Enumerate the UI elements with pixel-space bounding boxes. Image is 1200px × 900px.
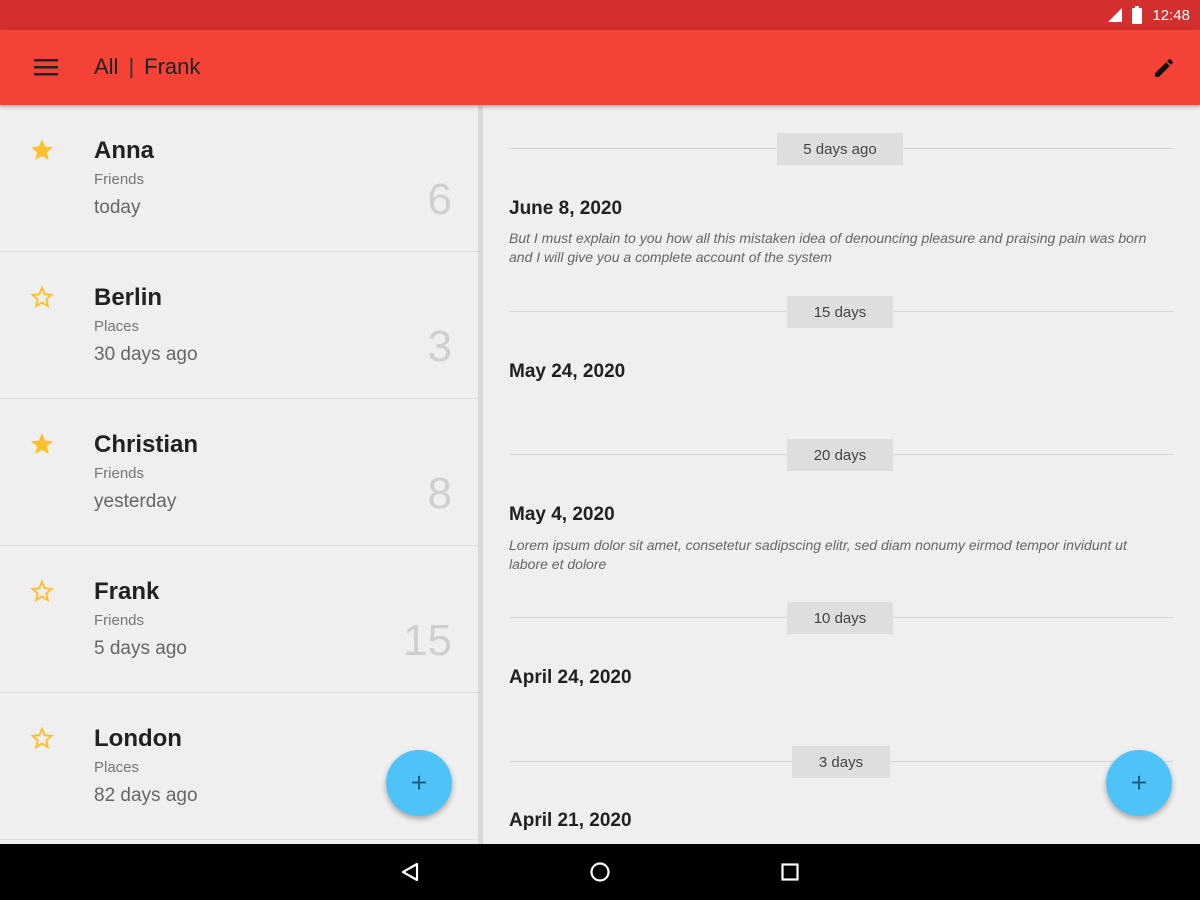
home-circle-icon — [590, 862, 610, 882]
add-entry-button[interactable]: + — [1106, 750, 1172, 816]
gap-chip: 3 days — [792, 746, 890, 778]
contact-last-seen: 5 days ago — [94, 638, 187, 659]
battery-icon — [1132, 6, 1143, 24]
gap-separator: 15 days — [509, 296, 1173, 328]
entry-date[interactable]: May 24, 2020 — [509, 361, 625, 383]
contact-last-seen: 82 days ago — [94, 785, 198, 806]
title-separator: | — [128, 54, 135, 79]
plus-icon: + — [1130, 767, 1148, 798]
plus-icon: + — [410, 767, 428, 798]
star-outline-icon[interactable] — [29, 725, 55, 751]
contact-item[interactable]: Anna Friends today 6 — [0, 105, 478, 252]
contact-group: Places — [94, 759, 140, 776]
contact-item[interactable]: Frank Friends 5 days ago 15 — [0, 546, 478, 693]
home-button[interactable] — [582, 856, 618, 888]
pencil-icon — [1155, 58, 1174, 77]
page-title: All | Frank — [94, 54, 200, 80]
entry-note: Lorem ipsum dolor sit amet, consetetur s… — [509, 537, 1127, 572]
navigation-bar — [0, 844, 1200, 900]
entry-date[interactable]: April 21, 2020 — [509, 810, 632, 832]
status-bar: 12:48 — [0, 0, 1200, 30]
contact-name: London — [94, 725, 182, 752]
gap-chip: 10 days — [787, 602, 893, 634]
gap-chip: 15 days — [787, 296, 893, 328]
contact-name: Christian — [94, 431, 199, 458]
contact-group: Friends — [94, 612, 145, 629]
edit-button[interactable] — [1142, 46, 1186, 90]
contact-group: Places — [94, 318, 140, 335]
recents-square-icon — [781, 863, 799, 881]
timeline: 5 days ago June 8, 2020 But I must expla… — [483, 105, 1200, 844]
contact-count: 8 — [427, 469, 452, 518]
contact-item[interactable]: Berlin Places 30 days ago 3 — [0, 252, 478, 399]
add-contact-button[interactable]: + — [386, 750, 452, 816]
menu-button[interactable] — [22, 45, 70, 89]
contact-count: 6 — [427, 175, 452, 224]
contact-item[interactable]: Christian Friends yesterday 8 — [0, 399, 478, 546]
gap-chip: 20 days — [787, 439, 893, 471]
entry-date[interactable]: May 4, 2020 — [509, 504, 615, 526]
star-outline-icon[interactable] — [29, 284, 55, 310]
filter-all-link[interactable]: All — [94, 54, 118, 80]
app-bar: All | Frank — [0, 30, 1200, 105]
contact-last-seen: yesterday — [94, 491, 177, 512]
contact-count: 15 — [403, 616, 452, 665]
contact-name: Anna — [94, 137, 154, 164]
contact-group: Friends — [94, 171, 145, 188]
gap-chip: 5 days ago — [777, 133, 903, 165]
contact-group: Friends — [94, 465, 145, 482]
contact-count: 3 — [427, 322, 452, 371]
gap-separator: 3 days — [509, 746, 1173, 778]
status-time: 12:48 — [1152, 6, 1190, 24]
contact-name: Frank — [94, 578, 160, 605]
title-contact-name: Frank — [144, 54, 201, 79]
star-outline-icon[interactable] — [29, 578, 55, 604]
contact-name: Berlin — [94, 284, 163, 311]
contact-last-seen: 30 days ago — [94, 344, 198, 365]
back-button[interactable] — [392, 856, 428, 888]
gap-separator: 5 days ago — [509, 133, 1173, 165]
entry-note: But I must explain to you how all this m… — [509, 230, 1147, 265]
back-triangle-icon — [401, 862, 419, 882]
star-filled-icon[interactable] — [29, 137, 55, 163]
contact-list: Anna Friends today 6 Berlin Places 30 da… — [0, 105, 478, 844]
contact-last-seen: today — [94, 197, 141, 218]
gap-separator: 10 days — [509, 602, 1173, 634]
signal-icon — [1108, 8, 1123, 22]
entry-date[interactable]: April 24, 2020 — [509, 667, 632, 689]
gap-separator: 20 days — [509, 439, 1173, 471]
recents-button[interactable] — [772, 856, 808, 888]
menu-icon — [34, 59, 58, 76]
star-filled-icon[interactable] — [29, 431, 55, 457]
entry-date[interactable]: June 8, 2020 — [509, 198, 622, 220]
